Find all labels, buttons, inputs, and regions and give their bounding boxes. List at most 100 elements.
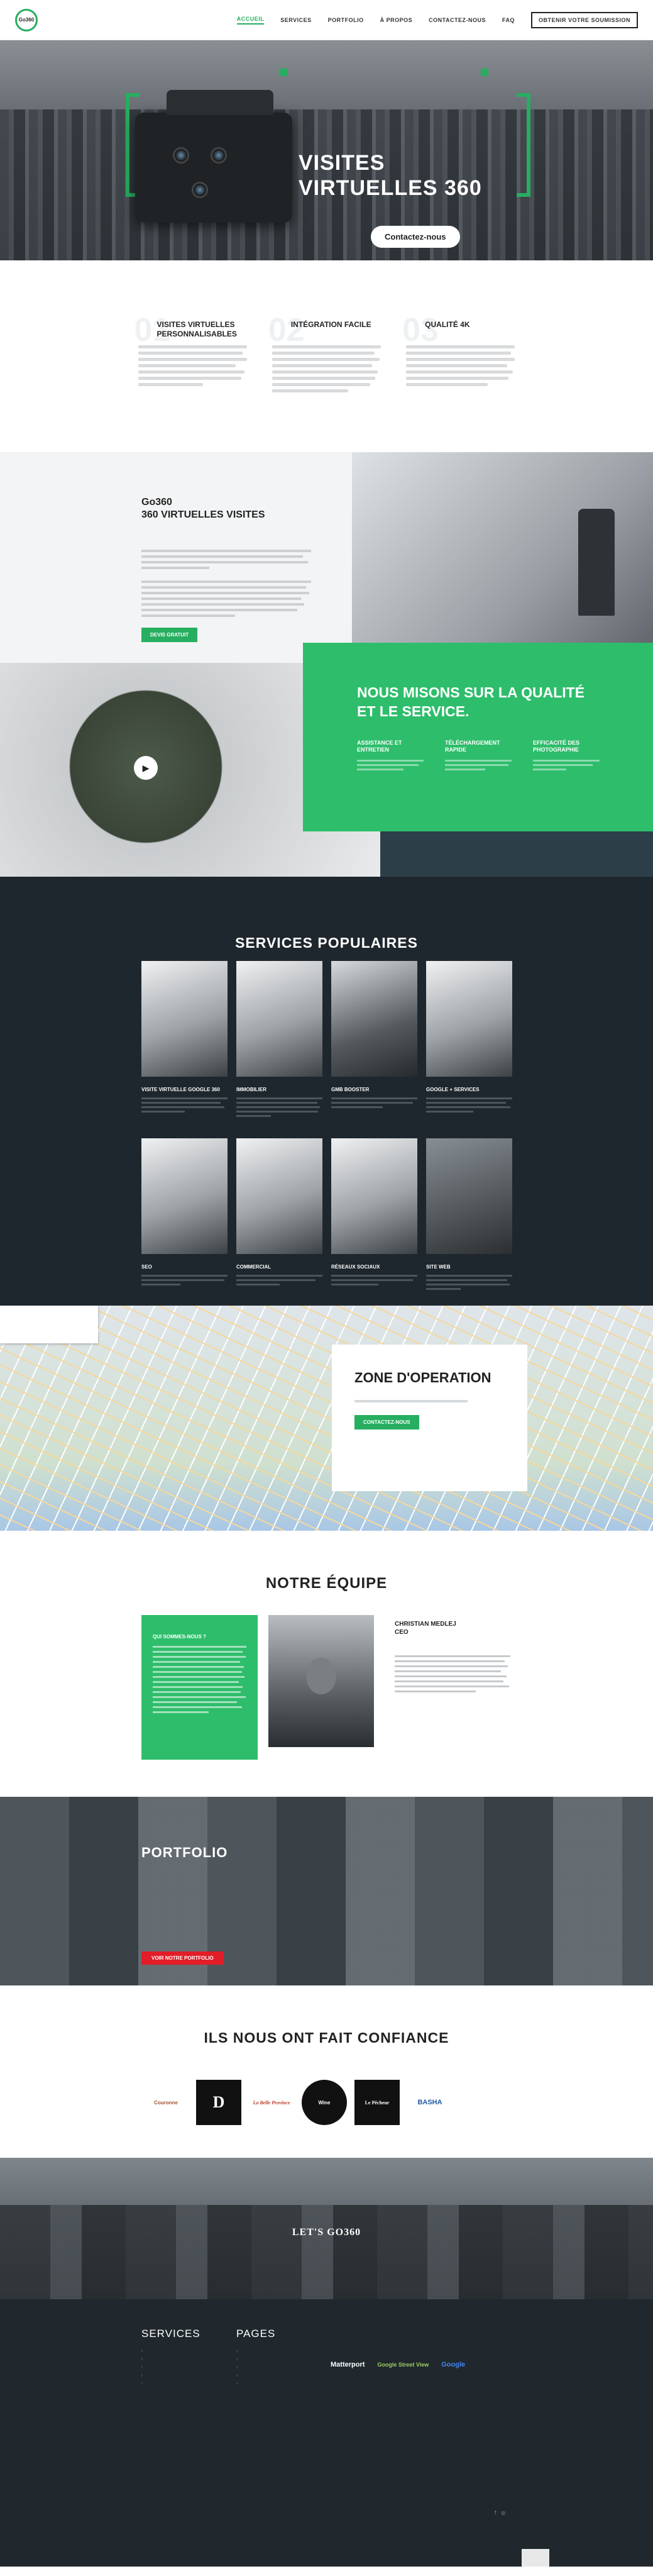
service-image xyxy=(331,1138,417,1254)
feature-title: VISITES VIRTUELLES PERSONNALISABLES xyxy=(156,320,237,338)
mission-col-title: EFFICACITÉ DES PHOTOGRAPHIE xyxy=(533,740,580,753)
who-are-we-title: QUI SOMMES-NOUS ? xyxy=(153,1634,206,1640)
feature-description xyxy=(138,345,247,386)
service-card-gmb-booster[interactable]: GMB BOOSTER xyxy=(331,961,417,1119)
office-camera-image xyxy=(352,452,653,663)
footer-link[interactable] xyxy=(141,2373,167,2378)
partners-section: ILS NOUS ONT FAIT CONFIANCE Couronne D L… xyxy=(0,1985,653,2158)
mission-columns: ASSISTANCE ET ENTRETIEN TÉLÉCHARGEMENT R… xyxy=(357,740,600,773)
services-grid: VISITE VIRTUELLE GOOGLE 360 IMMOBILIER G… xyxy=(141,961,512,1292)
service-title: IMMOBILIER xyxy=(236,1087,266,1092)
service-card-seo[interactable]: SEO xyxy=(141,1138,228,1292)
service-image xyxy=(331,961,417,1077)
service-card-google-plus[interactable]: GOOGLE + SERVICES xyxy=(426,961,512,1119)
mission-col-photography: EFFICACITÉ DES PHOTOGRAPHIE xyxy=(533,740,600,773)
partner-logo: Le Pêcheur xyxy=(354,2080,400,2125)
portfolio-background-image xyxy=(0,1797,653,1985)
footer-services-column: SERVICES xyxy=(141,2328,200,2390)
map-info-card[interactable] xyxy=(0,1306,98,1343)
matterport-camera-image xyxy=(135,90,292,223)
footer-link[interactable] xyxy=(236,2349,265,2353)
hero-section: VISITES VIRTUELLES 360 Contactez-nous xyxy=(0,40,653,260)
services-section: SERVICES POPULAIRES VISITE VIRTUELLE GOO… xyxy=(0,877,653,1306)
service-card-commercial[interactable]: COMMERCIAL xyxy=(236,1138,322,1292)
instagram-icon[interactable]: ◎ xyxy=(501,2510,505,2516)
facebook-icon[interactable]: f xyxy=(495,2510,496,2516)
who-are-we-card: QUI SOMMES-NOUS ? xyxy=(141,1615,258,1760)
team-member-photo xyxy=(268,1615,374,1747)
service-card-website[interactable]: SITE WEB xyxy=(426,1138,512,1292)
footer-link[interactable] xyxy=(141,2357,185,2362)
service-title: GOOGLE + SERVICES xyxy=(426,1087,480,1092)
portfolio-section: PORTFOLIO VOIR NOTRE PORTFOLIO xyxy=(0,1797,653,1985)
service-title: RÉSEAUX SOCIAUX xyxy=(331,1264,380,1270)
zone-title: ZONE D'OPERATION xyxy=(354,1370,491,1385)
logo[interactable]: Go360 xyxy=(15,8,38,31)
showroom-background-image xyxy=(0,2205,653,2299)
nav-a-propos[interactable]: À PROPOS xyxy=(380,17,413,23)
partner-logo: La Belle Province xyxy=(253,2099,290,2106)
service-image xyxy=(236,1138,322,1254)
cta-text: LET'S GO360 xyxy=(292,2227,361,2238)
team-member-info: CHRISTIAN MEDLEJ CEO xyxy=(395,1620,510,1696)
free-quote-button[interactable]: DEVIS GRATUIT xyxy=(141,628,198,642)
partner-logo: Couronne xyxy=(154,2099,178,2106)
service-card-google-360[interactable]: VISITE VIRTUELLE GOOGLE 360 xyxy=(141,961,228,1119)
footer-services-title: SERVICES xyxy=(141,2328,200,2340)
nav-services[interactable]: SERVICES xyxy=(280,17,311,23)
footer-link[interactable] xyxy=(236,2357,271,2362)
about-section: Go360 360 VIRTUELLES VISITES DEVIS GRATUI… xyxy=(0,452,653,663)
about-description xyxy=(141,550,311,617)
quote-button[interactable]: OBTENIR VOTRE SOUMISSION xyxy=(530,11,638,28)
service-image xyxy=(141,1138,228,1254)
mission-box: NOUS MISONS SUR LA QUALITÉ ET LE SERVICE… xyxy=(303,643,653,831)
service-card-immobilier[interactable]: IMMOBILIER xyxy=(236,961,322,1119)
green-square-decoration xyxy=(481,69,488,76)
team-member-role: CEO xyxy=(395,1629,409,1636)
feature-title: QUALITÉ 4K xyxy=(425,320,470,329)
footer-link[interactable] xyxy=(141,2349,198,2353)
nav-contact[interactable]: CONTACTEZ-NOUS xyxy=(429,17,486,23)
google-logo: Google xyxy=(441,2361,466,2368)
street-view-logo: Google Street View xyxy=(377,2362,429,2368)
service-card-social-media[interactable]: RÉSEAUX SOCIAUX xyxy=(331,1138,417,1292)
footer-link[interactable] xyxy=(141,2365,179,2370)
recaptcha-badge[interactable] xyxy=(522,2549,549,2567)
mission-title: NOUS MISONS SUR LA QUALITÉ ET LE SERVICE… xyxy=(357,684,585,719)
footer-link[interactable] xyxy=(141,2382,163,2386)
mission-col-title: TÉLÉCHARGEMENT RAPIDE xyxy=(445,740,500,753)
zone-card: ZONE D'OPERATION CONTACTEZ-NOUS xyxy=(332,1345,527,1491)
partner-logo: D xyxy=(196,2080,241,2125)
footer-link[interactable] xyxy=(236,2382,277,2386)
mission-col-assistance: ASSISTANCE ET ENTRETIEN xyxy=(357,740,424,773)
view-portfolio-button[interactable]: VOIR NOTRE PORTFOLIO xyxy=(141,1951,224,1965)
about-text: Go360 360 VIRTUELLES VISITES DEVIS GRATUI… xyxy=(141,496,311,642)
nav-accueil[interactable]: ACCUEIL xyxy=(236,16,265,25)
mission-col-title: ASSISTANCE ET ENTRETIEN xyxy=(357,740,402,753)
feature-custom-tours: 01 VISITES VIRTUELLES PERSONNALISABLES xyxy=(134,312,247,396)
hero-contact-button[interactable]: Contactez-nous xyxy=(371,226,460,248)
nav-portfolio[interactable]: PORTFOLIO xyxy=(328,17,364,23)
nav-faq[interactable]: FAQ xyxy=(502,17,515,23)
footer-link[interactable] xyxy=(236,2373,255,2378)
play-icon[interactable]: ▶ xyxy=(134,756,158,780)
feature-description xyxy=(272,345,381,392)
zone-description xyxy=(354,1400,468,1402)
service-title: SEO xyxy=(141,1264,152,1270)
right-bracket-decoration xyxy=(517,93,530,197)
feature-easy-integration: 02 INTÉGRATION FACILE xyxy=(268,312,381,396)
footer-pages-title: PAGES xyxy=(236,2328,276,2340)
feature-title: INTÉGRATION FACILE xyxy=(290,320,371,329)
mission-col-download: TÉLÉCHARGEMENT RAPIDE xyxy=(445,740,512,773)
feature-description xyxy=(406,345,515,386)
hero-title: VISITES VIRTUELLES 360 xyxy=(299,151,482,200)
features-section: 01 VISITES VIRTUELLES PERSONNALISABLES 0… xyxy=(0,260,653,452)
team-title: NOTRE ÉQUIPE xyxy=(265,1575,388,1592)
footer-link[interactable] xyxy=(236,2365,268,2370)
map-section: ZONE D'OPERATION CONTACTEZ-NOUS xyxy=(0,1306,653,1531)
about-title: Go360 360 VIRTUELLES VISITES xyxy=(141,497,265,520)
social-links: f ◎ xyxy=(495,2510,505,2516)
site-footer: SERVICES PAGES Matterport Google Street … xyxy=(0,2299,653,2567)
zone-contact-button[interactable]: CONTACTEZ-NOUS xyxy=(354,1415,419,1430)
service-image xyxy=(141,961,228,1077)
